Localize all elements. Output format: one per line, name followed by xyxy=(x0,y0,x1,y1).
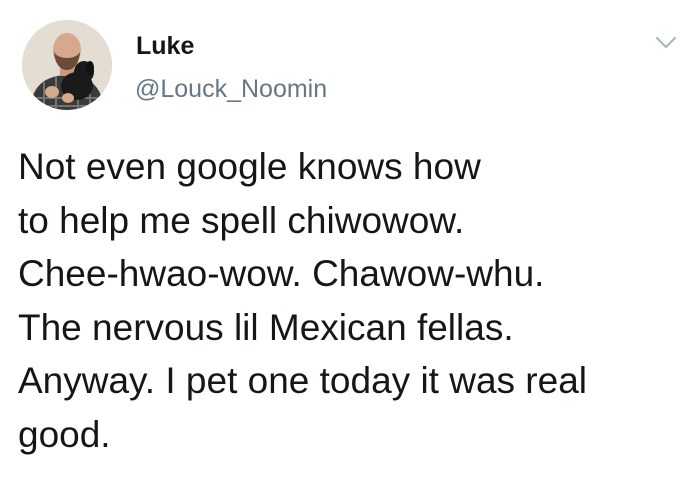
avatar[interactable] xyxy=(22,20,112,110)
tweet-text: Not even google knows how to help me spe… xyxy=(18,140,688,461)
tweet-text-line: The nervous lil Mexican fellas. xyxy=(18,306,514,348)
chevron-down-icon[interactable] xyxy=(654,34,678,52)
user-handle[interactable]: @Louck_Noomin xyxy=(135,74,327,104)
tweet-text-line: to help me spell chiwowow. xyxy=(18,199,465,241)
tweet-card: Luke @Louck_Noomin Not even google knows… xyxy=(0,0,700,477)
tweet-text-line: Chee-hwao-wow. Chawow-whu. xyxy=(18,253,545,294)
profile-photo-icon xyxy=(22,20,112,110)
tweet-text-line: good. xyxy=(18,413,111,455)
tweet-text-line: Not even google knows how xyxy=(18,146,481,187)
tweet-text-line: Anyway. I pet one today it was real xyxy=(18,360,588,401)
display-name[interactable]: Luke xyxy=(136,31,194,61)
